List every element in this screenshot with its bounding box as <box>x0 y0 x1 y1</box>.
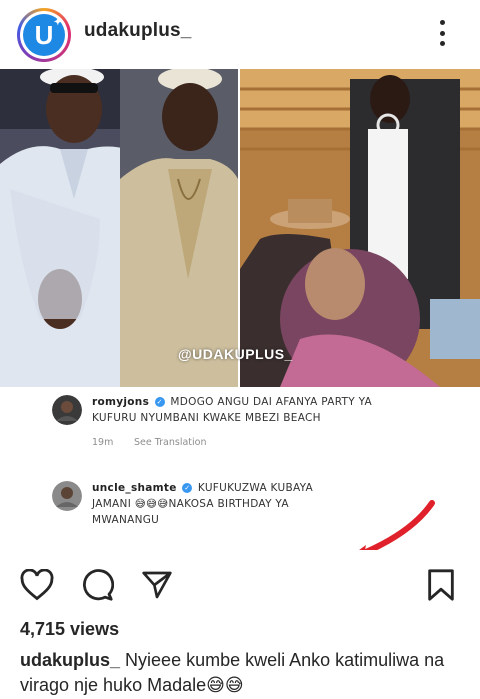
person-embroidered-kanzu <box>120 69 238 387</box>
caption-username[interactable]: udakuplus_ <box>20 650 120 670</box>
bookmark-icon[interactable] <box>424 568 458 602</box>
views-count[interactable]: 4,715 views <box>20 619 119 640</box>
comment-icon[interactable] <box>80 568 114 602</box>
photo-left <box>0 69 238 387</box>
comment-text: uncle_shamte ✓ KUFUKUZWA KUBAYA <box>92 481 313 495</box>
see-translation-link: See Translation <box>134 437 207 448</box>
comment-text: romyjons ✓ MDOGO ANGU DAI AFANYA PARTY Y… <box>92 395 372 409</box>
star-icon: ✦ <box>53 17 62 28</box>
comment-line: JAMANI 😅😅😅NAKOSA BIRTHDAY YA <box>92 498 289 510</box>
comment-time: 19m <box>92 437 114 448</box>
comment-line: MWANANGU <box>92 514 160 526</box>
heart-icon[interactable] <box>20 568 54 602</box>
verified-badge-icon: ✓ <box>182 483 193 493</box>
udakuplus-logo: U ✦ <box>23 14 65 56</box>
comment-screenshot: romyjons ✓ MDOGO ANGU DAI AFANYA PARTY Y… <box>0 387 480 550</box>
party-scene <box>240 69 480 387</box>
watermark: @UDAKUPLUS_ <box>178 346 293 362</box>
post-image[interactable]: @UDAKUPLUS_ romyjons ✓ MDOGO ANGU DAI AF… <box>0 69 480 550</box>
red-arrow-annotation <box>359 500 435 550</box>
comment-username: uncle_shamte <box>92 482 177 494</box>
action-bar <box>0 560 480 608</box>
post-header: U ✦ udakuplus_ <box>0 0 480 68</box>
comment-line: KUFUKUZWA KUBAYA <box>197 482 314 494</box>
commenter-avatar <box>52 395 82 425</box>
verified-badge-icon: ✓ <box>154 397 165 407</box>
post-caption: udakuplus_ Nyieee kumbe kweli Anko katim… <box>20 648 470 698</box>
photo-right <box>240 69 480 387</box>
comment-line: MDOGO ANGU DAI AFANYA PARTY YA <box>170 396 373 408</box>
more-options-icon[interactable] <box>432 18 452 48</box>
comment-username: romyjons <box>92 396 150 408</box>
avatar[interactable]: U ✦ <box>17 8 71 62</box>
avatar-letter: U <box>34 19 54 50</box>
comment-line: KUFURU NYUMBANI KWAKE MBEZI BEACH <box>92 412 321 424</box>
send-icon[interactable] <box>140 568 174 602</box>
commenter-avatar <box>52 481 82 511</box>
post-username[interactable]: udakuplus_ <box>84 20 192 42</box>
